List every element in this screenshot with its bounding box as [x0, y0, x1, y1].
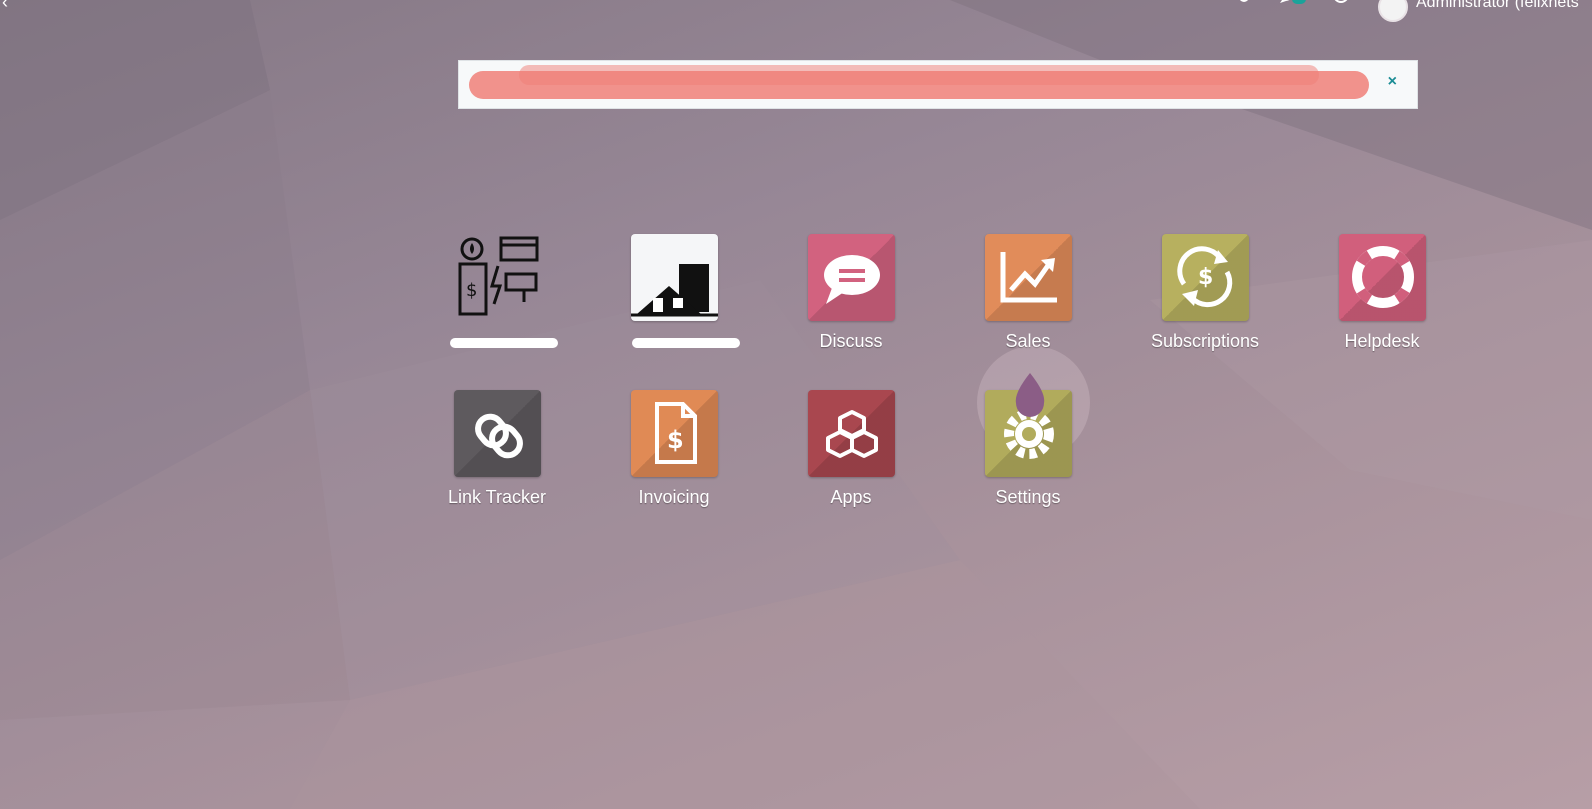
app-label: Discuss: [819, 331, 883, 351]
svg-text:$: $: [1198, 265, 1213, 290]
close-button[interactable]: ×: [1388, 73, 1397, 91]
avatar: [1378, 0, 1408, 22]
user-menu[interactable]: Administrator (felixnets: [1378, 0, 1579, 22]
invoice-icon: $: [630, 390, 718, 477]
drop-pointer-icon: [1015, 373, 1045, 417]
redaction-mark: [450, 338, 558, 348]
back-chevron-icon[interactable]: ‹: [2, 0, 8, 13]
utility-bills-icon: $: [454, 234, 541, 321]
app-label: Invoicing: [638, 487, 710, 507]
svg-text:$: $: [466, 280, 477, 301]
app-discuss[interactable]: Discuss: [781, 234, 921, 352]
notice-banner: ×: [458, 60, 1418, 109]
app-apps[interactable]: Apps: [781, 390, 921, 508]
app-label: Settings: [995, 487, 1061, 507]
app-label: Helpdesk: [1344, 331, 1420, 351]
svg-text:$: $: [667, 426, 684, 454]
bug-icon[interactable]: [1236, 0, 1252, 8]
app-link-tracker[interactable]: Link Tracker: [427, 390, 567, 508]
app-label: Link Tracker: [447, 487, 547, 507]
user-name: Administrator (felixnets: [1416, 0, 1579, 11]
redaction-mark: [632, 338, 740, 348]
recurring-dollar-icon: $: [1161, 234, 1249, 321]
app-invoicing[interactable]: $ Invoicing: [604, 390, 744, 508]
app-sales[interactable]: Sales: [958, 234, 1098, 352]
notification-badge: [1292, 0, 1306, 4]
trend-chart-icon: [984, 234, 1072, 321]
chain-link-icon: [453, 390, 541, 477]
lifebuoy-icon: [1338, 234, 1426, 321]
real-estate-icon: [630, 234, 718, 321]
app-helpdesk[interactable]: Helpdesk: [1312, 234, 1452, 352]
app-real-estate[interactable]: [604, 234, 744, 331]
app-subscriptions[interactable]: $ Subscriptions: [1135, 234, 1275, 352]
clock-icon[interactable]: [1332, 0, 1350, 8]
app-label: Subscriptions: [1150, 331, 1260, 351]
app-utility-bills[interactable]: $: [427, 234, 567, 331]
chat-icon[interactable]: [1276, 0, 1294, 8]
redaction-mark: [519, 65, 1319, 85]
top-bar: ‹ Administrator (felixnets: [0, 0, 1592, 22]
chat-bubble-icon: [807, 234, 895, 321]
app-label: Apps: [830, 487, 872, 507]
cubes-icon: [807, 390, 895, 477]
